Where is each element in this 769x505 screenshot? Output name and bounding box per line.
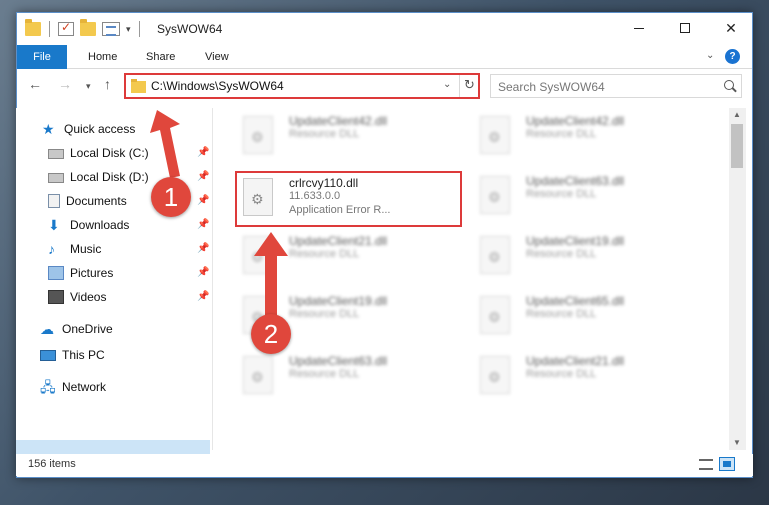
dll-file-icon bbox=[480, 116, 510, 154]
drive-icon bbox=[48, 149, 64, 159]
file-item[interactable]: UpdateClient19.dll Resource DLL bbox=[474, 228, 704, 284]
cloud-icon: ☁ bbox=[40, 321, 54, 337]
file-grid: UpdateClient42.dll Resource DLL crlrcvy1… bbox=[213, 108, 725, 450]
dll-file-icon bbox=[480, 356, 510, 394]
dll-file-icon bbox=[243, 356, 273, 394]
up-arrow-icon[interactable]: ↑ bbox=[104, 76, 111, 92]
search-placeholder: Search SysWOW64 bbox=[498, 80, 605, 94]
file-item[interactable]: UpdateClient63.dll Resource DLL bbox=[237, 348, 467, 404]
computer-icon bbox=[40, 349, 56, 361]
scroll-up-icon[interactable]: ▲ bbox=[733, 110, 741, 119]
download-icon: ⬇ bbox=[48, 217, 60, 233]
file-description: Resource DLL bbox=[289, 248, 360, 260]
nav-item-documents[interactable]: Documents bbox=[48, 190, 127, 212]
file-name: UpdateClient19.dll bbox=[526, 234, 625, 248]
nav-item-downloads[interactable]: ⬇ Downloads bbox=[48, 214, 129, 236]
search-box[interactable]: Search SysWOW64 bbox=[490, 74, 742, 98]
file-item[interactable]: UpdateClient42.dll Resource DLL bbox=[474, 108, 704, 164]
file-name: UpdateClient63.dll bbox=[289, 354, 388, 368]
nav-item-label: Downloads bbox=[70, 218, 130, 232]
documents-icon bbox=[48, 194, 60, 208]
file-highlight-box bbox=[235, 171, 462, 227]
file-name: UpdateClient21.dll bbox=[526, 354, 625, 368]
file-name: UpdateClient42.dll bbox=[526, 114, 625, 128]
search-icon[interactable] bbox=[724, 80, 734, 90]
nav-item-pictures[interactable]: Pictures bbox=[48, 262, 113, 284]
pin-icon[interactable]: 📌 bbox=[197, 267, 209, 278]
file-name: UpdateClient21.dll bbox=[289, 234, 388, 248]
step-1-badge: 1 bbox=[151, 177, 191, 217]
nav-item-label: Videos bbox=[70, 290, 107, 304]
pictures-icon bbox=[48, 266, 64, 280]
step-2-badge: 2 bbox=[251, 314, 291, 354]
file-item[interactable]: UpdateClient65.dll Resource DLL bbox=[474, 288, 704, 344]
item-count: 156 items bbox=[28, 458, 76, 470]
scroll-thumb[interactable] bbox=[731, 124, 743, 168]
pin-icon[interactable]: 📌 bbox=[197, 171, 209, 182]
videos-icon bbox=[48, 290, 64, 304]
scroll-down-icon[interactable]: ▼ bbox=[733, 438, 741, 447]
drive-icon bbox=[48, 173, 64, 183]
file-item[interactable]: UpdateClient21.dll Resource DLL bbox=[474, 348, 704, 404]
nav-item-label: This PC bbox=[62, 348, 105, 362]
network-icon: 🖧 bbox=[40, 379, 56, 395]
navigation-pane: ★ Quick access Local Disk (C:) 📌 Local D… bbox=[16, 108, 212, 462]
file-description: Resource DLL bbox=[289, 368, 360, 380]
nav-item-this-pc[interactable]: This PC bbox=[40, 344, 105, 366]
file-description: Resource DLL bbox=[526, 368, 597, 380]
vertical-scrollbar[interactable]: ▲ ▼ bbox=[729, 108, 746, 450]
music-icon: ♪ bbox=[48, 241, 55, 257]
pin-icon[interactable]: 📌 bbox=[197, 243, 209, 254]
nav-item-videos[interactable]: Videos bbox=[48, 286, 106, 308]
file-description: Resource DLL bbox=[289, 308, 360, 320]
back-arrow-icon[interactable]: ← bbox=[28, 76, 42, 92]
large-icons-view-icon[interactable] bbox=[719, 457, 735, 471]
nav-item-local-disk-c[interactable]: Local Disk (C:) bbox=[48, 142, 149, 164]
forward-arrow-icon[interactable]: → bbox=[58, 76, 72, 92]
nav-item-label: Pictures bbox=[70, 266, 114, 280]
file-name: UpdateClient19.dll bbox=[289, 294, 388, 308]
dll-file-icon bbox=[480, 236, 510, 274]
nav-item-local-disk-d[interactable]: Local Disk (D:) bbox=[48, 166, 149, 188]
nav-item-label: Music bbox=[70, 242, 102, 256]
file-name: UpdateClient65.dll bbox=[526, 294, 625, 308]
nav-item-label: Local Disk (D:) bbox=[70, 170, 149, 184]
recent-locations-icon[interactable]: ▾ bbox=[86, 81, 91, 92]
dll-file-icon bbox=[243, 236, 273, 274]
pin-icon[interactable]: 📌 bbox=[197, 219, 209, 230]
dll-file-icon bbox=[480, 176, 510, 214]
nav-item-label: Network bbox=[62, 380, 107, 394]
file-item[interactable]: UpdateClient42.dll Resource DLL bbox=[237, 108, 467, 164]
file-item[interactable]: UpdateClient21.dll Resource DLL bbox=[237, 228, 467, 284]
nav-item-network[interactable]: 🖧 Network bbox=[40, 376, 106, 398]
star-icon: ★ bbox=[42, 121, 55, 137]
address-highlight-box bbox=[124, 73, 480, 99]
nav-item-label: Documents bbox=[66, 194, 127, 208]
nav-item-music[interactable]: ♪ Music bbox=[48, 238, 101, 260]
details-view-icon[interactable] bbox=[699, 459, 713, 470]
nav-item-onedrive[interactable]: ☁ OneDrive bbox=[40, 318, 113, 340]
file-description: Resource DLL bbox=[289, 128, 360, 140]
file-description: Resource DLL bbox=[526, 188, 597, 200]
nav-item-label: Local Disk (C:) bbox=[70, 146, 149, 160]
explorer-body: ← → ▾ ↑ C:\Windows\SysWOW64 ⌄ ↻ Search S… bbox=[16, 12, 753, 478]
file-item[interactable]: UpdateClient63.dll Resource DLL bbox=[474, 168, 704, 224]
file-description: Resource DLL bbox=[526, 308, 597, 320]
nav-item-label: OneDrive bbox=[62, 322, 113, 336]
nav-item-label: Quick access bbox=[64, 122, 136, 136]
pin-icon[interactable]: 📌 bbox=[197, 195, 209, 206]
dll-file-icon bbox=[480, 296, 510, 334]
pin-icon[interactable]: 📌 bbox=[197, 291, 209, 302]
file-description: Resource DLL bbox=[526, 128, 597, 140]
pin-icon[interactable]: 📌 bbox=[197, 147, 209, 158]
dll-file-icon bbox=[243, 116, 273, 154]
status-bar: 156 items bbox=[16, 454, 753, 476]
file-description: Resource DLL bbox=[526, 248, 597, 260]
file-name: UpdateClient63.dll bbox=[526, 174, 625, 188]
file-name: UpdateClient42.dll bbox=[289, 114, 388, 128]
nav-item-quick-access[interactable]: ★ Quick access bbox=[42, 118, 135, 140]
